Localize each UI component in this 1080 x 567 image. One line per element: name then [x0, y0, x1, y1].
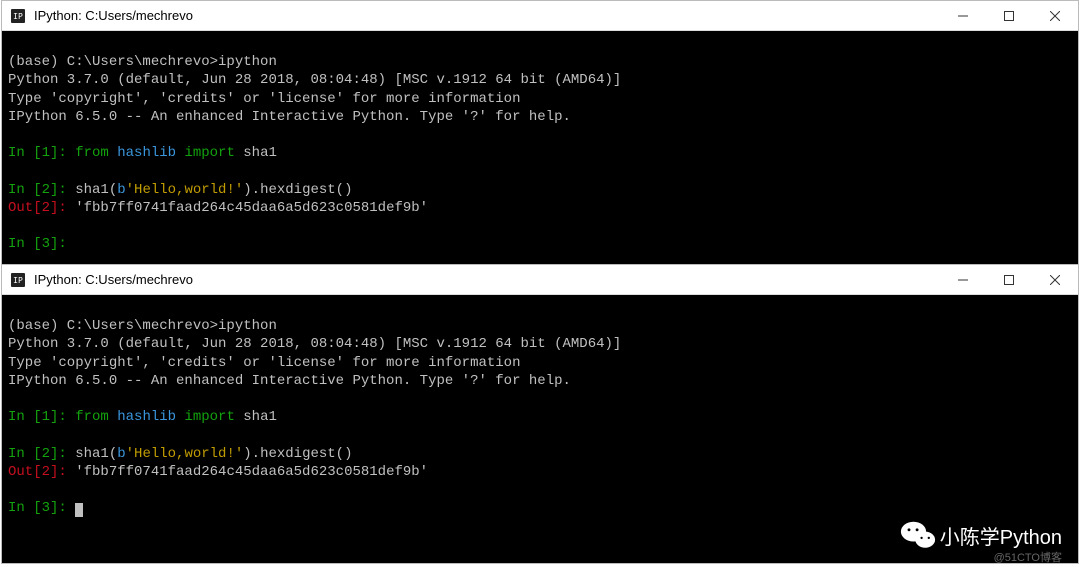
- out-value: 'fbb7ff0741faad264c45daa6a5d623c0581def9…: [75, 464, 428, 480]
- bytes-prefix: b: [117, 182, 125, 198]
- in-prompt-3: In [3]:: [8, 236, 67, 252]
- kw-import: import: [184, 409, 234, 425]
- python-version: Python 3.7.0 (default, Jun 28 2018, 08:0…: [8, 336, 621, 352]
- in-prompt-2: In [2]:: [8, 446, 67, 462]
- cursor: [75, 503, 83, 517]
- maximize-button[interactable]: [986, 265, 1032, 294]
- maximize-button[interactable]: [986, 1, 1032, 30]
- kw-from: from: [75, 409, 109, 425]
- call-close: ).hexdigest(): [243, 182, 352, 198]
- shell-prompt: (base) C:\Users\mechrevo>ipython: [8, 318, 277, 334]
- module-name: hashlib: [117, 145, 176, 161]
- ipython-banner: IPython 6.5.0 -- An enhanced Interactive…: [8, 109, 571, 125]
- titlebar-2[interactable]: IP IPython: C:Users/mechrevo: [2, 265, 1078, 295]
- kw-from: from: [75, 145, 109, 161]
- import-target: sha1: [243, 409, 277, 425]
- call-open: sha1(: [75, 182, 117, 198]
- string-literal: 'Hello,world!': [126, 446, 244, 462]
- kw-import: import: [184, 145, 234, 161]
- watermark: 小陈学Python: [900, 519, 1062, 551]
- watermark-subtext: @51CTO博客: [994, 549, 1062, 565]
- out-prompt-2: Out[2]:: [8, 464, 67, 480]
- window-title-1: IPython: C:Users/mechrevo: [34, 8, 940, 23]
- minimize-button[interactable]: [940, 265, 986, 294]
- in-prompt-1: In [1]:: [8, 145, 67, 161]
- python-version: Python 3.7.0 (default, Jun 28 2018, 08:0…: [8, 72, 621, 88]
- window-title-2: IPython: C:Users/mechrevo: [34, 272, 940, 287]
- close-button[interactable]: [1032, 1, 1078, 30]
- ipython-icon: IP: [10, 8, 26, 24]
- titlebar-1[interactable]: IP IPython: C:Users/mechrevo: [2, 1, 1078, 31]
- terminal-output-1[interactable]: (base) C:\Users\mechrevo>ipython Python …: [2, 31, 1078, 277]
- close-button[interactable]: [1032, 265, 1078, 294]
- shell-prompt: (base) C:\Users\mechrevo>ipython: [8, 54, 277, 70]
- window-controls-2: [940, 265, 1078, 294]
- terminal-output-2[interactable]: (base) C:\Users\mechrevo>ipython Python …: [2, 295, 1078, 541]
- wechat-icon: [900, 519, 936, 551]
- ipython-banner: IPython 6.5.0 -- An enhanced Interactive…: [8, 373, 571, 389]
- terminal-window-1: IP IPython: C:Users/mechrevo (base) C:\U…: [1, 0, 1079, 264]
- ipython-icon: IP: [10, 272, 26, 288]
- in-prompt-3: In [3]:: [8, 500, 67, 516]
- copyright-line: Type 'copyright', 'credits' or 'license'…: [8, 355, 520, 371]
- import-target: sha1: [243, 145, 277, 161]
- svg-text:IP: IP: [13, 12, 23, 21]
- call-close: ).hexdigest(): [243, 446, 352, 462]
- svg-text:IP: IP: [13, 276, 23, 285]
- window-controls-1: [940, 1, 1078, 30]
- in-prompt-1: In [1]:: [8, 409, 67, 425]
- minimize-button[interactable]: [940, 1, 986, 30]
- watermark-text: 小陈学Python: [940, 521, 1062, 550]
- out-prompt-2: Out[2]:: [8, 200, 67, 216]
- module-name: hashlib: [117, 409, 176, 425]
- string-literal: 'Hello,world!': [126, 182, 244, 198]
- out-value: 'fbb7ff0741faad264c45daa6a5d623c0581def9…: [75, 200, 428, 216]
- call-open: sha1(: [75, 446, 117, 462]
- in-prompt-2: In [2]:: [8, 182, 67, 198]
- bytes-prefix: b: [117, 446, 125, 462]
- copyright-line: Type 'copyright', 'credits' or 'license'…: [8, 91, 520, 107]
